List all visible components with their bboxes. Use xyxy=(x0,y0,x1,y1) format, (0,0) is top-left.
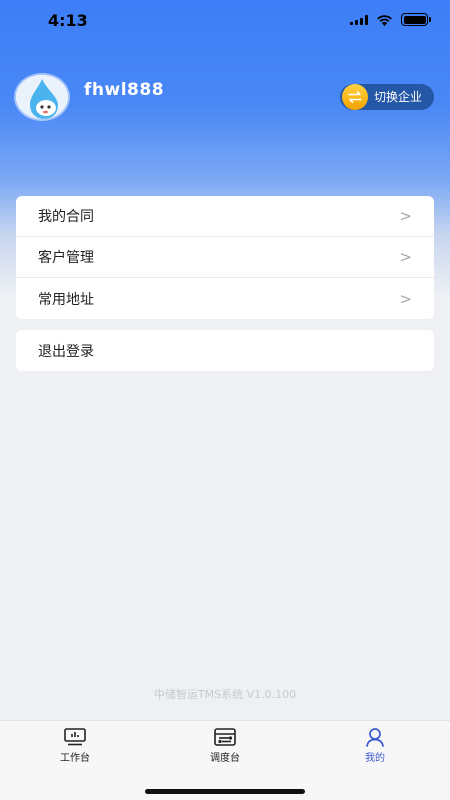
menu-item-addresses[interactable]: 常用地址 > xyxy=(16,278,434,319)
menu-item-label: 客户管理 xyxy=(38,250,94,266)
username: fhwl888 xyxy=(84,80,165,100)
monitor-icon xyxy=(35,727,115,747)
dispatch-icon xyxy=(185,727,265,747)
tab-mine[interactable]: 我的 xyxy=(335,727,415,764)
logout-button[interactable]: 退出登录 xyxy=(16,330,434,371)
home-indicator xyxy=(145,789,305,794)
chevron-right-icon: > xyxy=(399,248,412,266)
logout-label: 退出登录 xyxy=(38,343,94,360)
menu-item-label: 常用地址 xyxy=(38,291,94,308)
avatar[interactable] xyxy=(16,75,68,119)
battery-icon xyxy=(401,13,431,26)
tab-label: 我的 xyxy=(365,753,385,764)
switch-company-button[interactable]: 切换企业 xyxy=(339,84,434,110)
tab-dispatch[interactable]: 调度台 xyxy=(185,727,265,764)
menu-card: 我的合同 > 客户管理 > 常用地址 > xyxy=(16,196,434,319)
chevron-right-icon: > xyxy=(399,289,412,308)
logout-card: 退出登录 xyxy=(16,330,434,371)
cellular-signal-icon xyxy=(350,14,368,25)
tab-label: 工作台 xyxy=(60,753,90,764)
menu-item-label: 我的合同 xyxy=(38,209,94,225)
profile-section xyxy=(16,75,68,119)
version-text: 中储智运TMS系统 V1.0.100 xyxy=(153,688,297,701)
header-background xyxy=(0,0,450,380)
status-time: 4:13 xyxy=(48,11,88,30)
menu-item-customers[interactable]: 客户管理 > xyxy=(16,237,434,278)
chevron-right-icon: > xyxy=(399,207,412,225)
tab-label: 调度台 xyxy=(210,753,240,764)
status-bar: 4:13 xyxy=(0,0,450,44)
switch-arrows-icon xyxy=(341,84,368,110)
status-icons xyxy=(350,13,431,26)
mascot-icon xyxy=(16,75,68,119)
wifi-icon xyxy=(377,14,392,26)
tab-workbench[interactable]: 工作台 xyxy=(35,727,115,764)
switch-company-label: 切换企业 xyxy=(373,90,422,104)
menu-item-contracts[interactable]: 我的合同 > xyxy=(16,196,434,237)
person-icon xyxy=(335,727,415,747)
tab-bar: 工作台 调度台 我的 xyxy=(0,720,450,800)
